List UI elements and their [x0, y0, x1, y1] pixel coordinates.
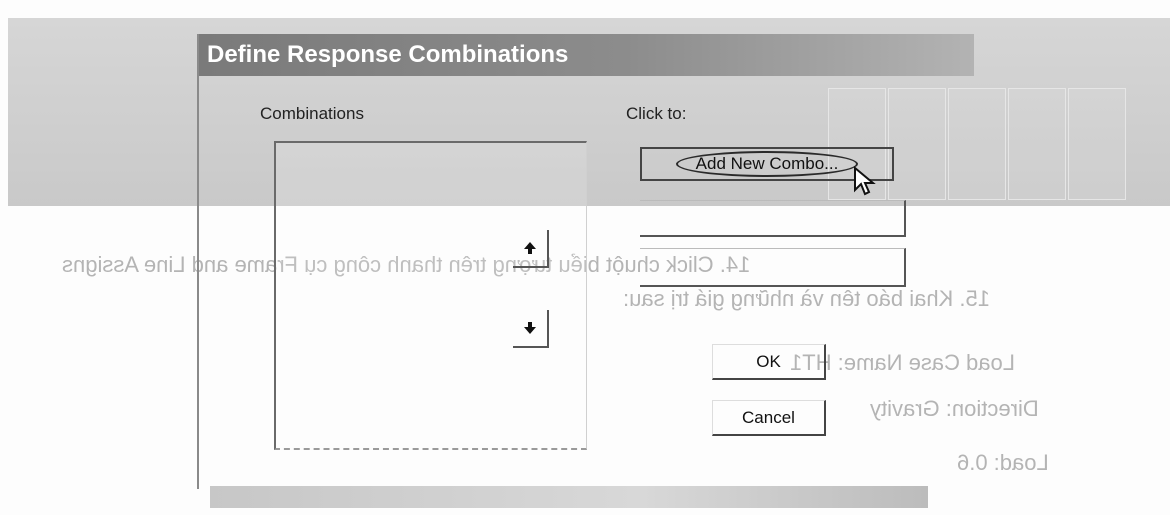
up-arrow-icon	[524, 242, 536, 254]
down-arrow-icon	[524, 322, 536, 334]
combinations-label: Combinations	[260, 104, 364, 123]
add-new-combo-label: Add New Combo...	[695, 154, 839, 173]
delete-combo-button[interactable]	[640, 248, 906, 287]
combinations-list[interactable]	[274, 141, 587, 450]
cancel-label: Cancel	[742, 408, 795, 427]
bottom-status-strip	[210, 486, 928, 508]
ok-button[interactable]: OK	[712, 344, 826, 380]
move-down-button[interactable]	[513, 310, 549, 348]
cancel-button[interactable]: Cancel	[712, 400, 826, 436]
ok-label: OK	[756, 352, 781, 371]
define-response-combinations-dialog: Define Response Combinations Combination…	[197, 34, 974, 489]
screenshot-page: 14. Click chuột biểu tượng trên thanh cô…	[0, 0, 1170, 515]
mouse-pointer-icon	[854, 166, 876, 196]
background-panel-cell	[1008, 88, 1066, 200]
click-to-label: Click to:	[626, 104, 687, 123]
dialog-title-bar[interactable]: Define Response Combinations	[199, 34, 974, 76]
modify-combo-button[interactable]	[640, 200, 906, 237]
background-panel-cell	[1068, 88, 1126, 200]
dialog-title: Define Response Combinations	[207, 41, 569, 68]
move-up-button[interactable]	[513, 230, 549, 268]
